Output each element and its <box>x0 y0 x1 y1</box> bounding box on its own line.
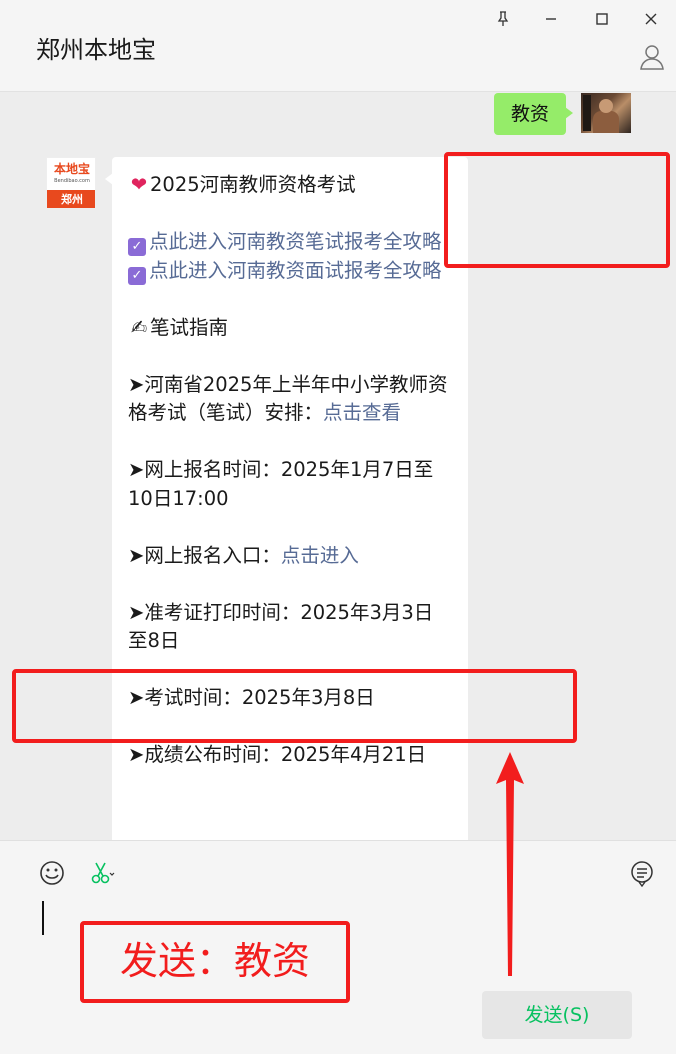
highlight-box-registration <box>12 669 577 743</box>
view-schedule-link[interactable]: 点击查看 <box>323 401 401 424</box>
annotation-send-hint: 发送：教资 <box>119 939 310 983</box>
message-line-title: ❤ 2025河南教师资格考试 <box>128 171 452 200</box>
avatar-logo-sub: Bendibao.com <box>54 178 90 184</box>
message-line-registration-entry: ➤网上报名入口：点击进入 <box>128 543 359 567</box>
send-button[interactable]: 发送(S) <box>482 991 632 1039</box>
maximize-icon[interactable] <box>591 8 613 30</box>
profile-icon[interactable] <box>637 42 667 72</box>
registration-entry-link[interactable]: 点击进入 <box>281 544 359 567</box>
close-icon[interactable] <box>640 8 662 30</box>
annotation-arrow-up <box>496 752 524 976</box>
input-area[interactable]: 发送：教资 发送(S) <box>0 840 676 1054</box>
message-line-guide: ✍ 笔试指南 <box>128 314 452 343</box>
heart-icon: ❤ <box>130 173 148 196</box>
annotation-send-hint-box: 发送：教资 <box>80 921 350 1003</box>
written-exam-guide-link[interactable]: ✓ 点此进入河南教资笔试报考全攻略 <box>128 228 452 257</box>
bot-avatar[interactable]: 本地宝 Bendibao.com 郑州 <box>46 157 96 209</box>
emoji-icon[interactable] <box>38 859 66 887</box>
my-avatar[interactable] <box>581 93 631 133</box>
message-line-admission-ticket: ➤准考证打印时间：2025年3月3日至8日 <box>128 600 434 653</box>
chat-title: 郑州本地宝 <box>36 36 156 64</box>
minimize-icon[interactable] <box>540 8 562 30</box>
message-line-results: ➤成绩公布时间：2025年4月21日 <box>128 743 427 766</box>
chat-history-icon[interactable] <box>628 859 656 888</box>
chat-area[interactable]: 教资 本地宝 Bendibao.com 郑州 ❤ 2025河南教师资格考试 ✓ 点此… <box>0 93 676 840</box>
avatar-city: 郑州 <box>47 190 95 208</box>
pin-icon[interactable] <box>492 8 514 30</box>
chat-header: 郑州本地宝 <box>0 0 676 92</box>
my-message-bubble[interactable]: 教资 <box>494 93 573 135</box>
avatar-logo-text: 本地宝 <box>53 162 90 176</box>
interview-guide-link[interactable]: ✓ 点此进入河南教资面试报考全攻略 <box>128 257 452 286</box>
checkbox-icon: ✓ <box>128 266 146 285</box>
message-line-schedule: ➤河南省2025年上半年中小学教师资格考试（笔试）安排：点击查看 <box>128 372 448 425</box>
writing-hand-icon: ✍ <box>130 315 148 339</box>
scissors-icon[interactable] <box>88 859 116 887</box>
checkbox-icon: ✓ <box>128 238 146 256</box>
text-cursor <box>42 901 44 935</box>
highlight-box-my-message <box>444 152 670 268</box>
message-line-registration-time: ➤网上报名时间：2025年1月7日至10日17:00 <box>128 458 434 510</box>
